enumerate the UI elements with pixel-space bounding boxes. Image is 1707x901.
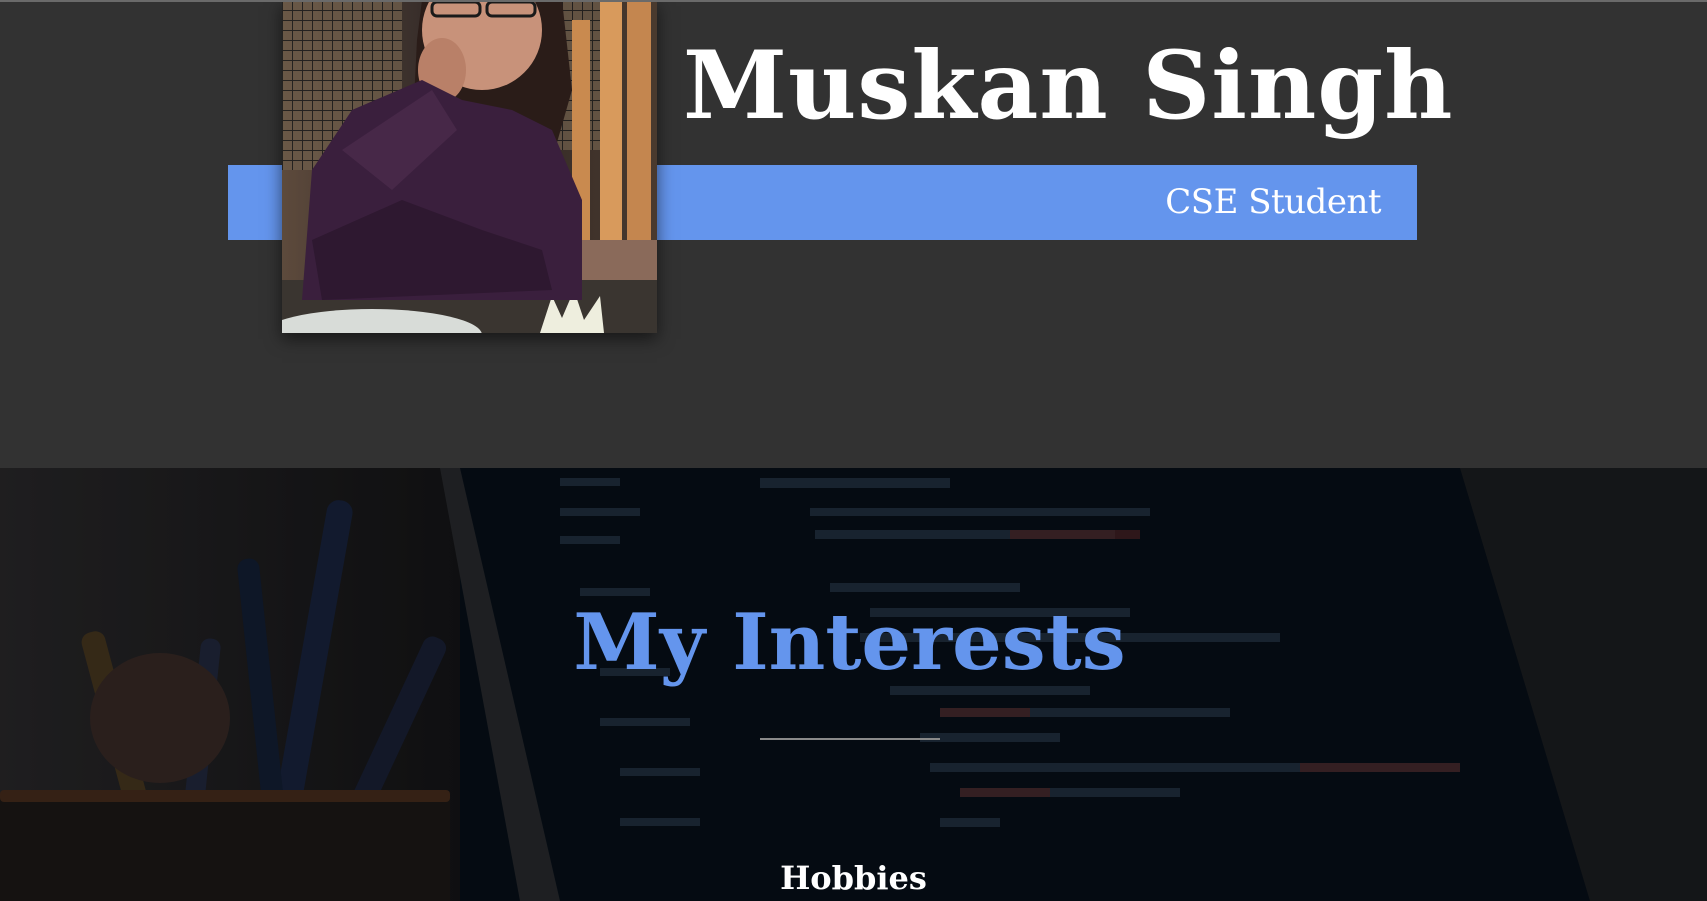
interests-section: My Interests Hobbies: [0, 468, 1707, 901]
role-text: CSE Student: [1165, 182, 1381, 222]
interests-title: My Interests: [573, 597, 1126, 688]
hobbies-heading: Hobbies: [780, 859, 927, 897]
top-border: [0, 0, 1707, 2]
profile-name: Muskan Singh: [683, 30, 1454, 141]
section-divider: [760, 738, 940, 740]
header-section: CSE Student Muskan Singh: [0, 0, 1707, 468]
profile-photo: [282, 0, 657, 333]
page: CSE Student Muskan Singh My Interests Ho…: [0, 0, 1707, 901]
